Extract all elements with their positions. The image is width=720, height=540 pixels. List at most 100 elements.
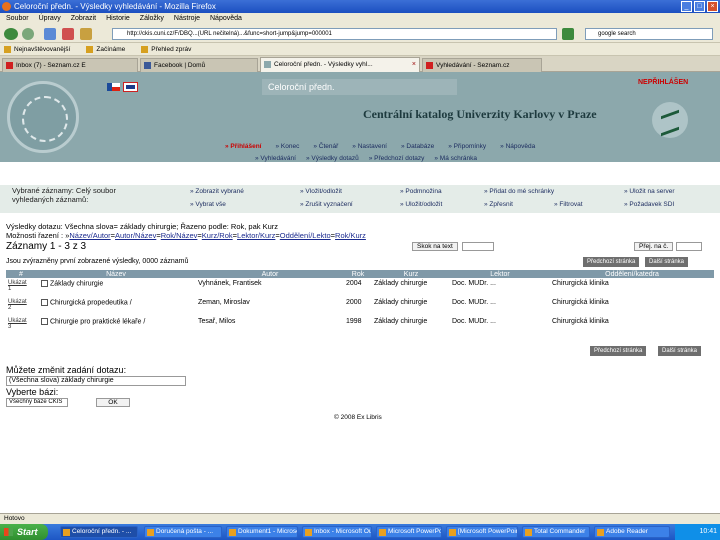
window-titlebar: Celoroční předn. - Výsledky vyhledávání … <box>0 0 720 13</box>
forward-icon[interactable] <box>22 28 34 40</box>
query-input[interactable]: (Všechna slova) základy chirurgie <box>6 376 186 386</box>
czech-flag-icon[interactable] <box>107 83 120 91</box>
submenu-search[interactable]: » Vyhledávání <box>255 155 296 162</box>
english-flag-icon[interactable] <box>123 82 138 92</box>
table-row: Ukázat 3 Chirurgie pro praktické lékaře /… <box>6 316 714 335</box>
action-show-selected[interactable]: » Zobrazit vybrané <box>190 188 244 195</box>
col-department[interactable]: Oddělení/katedra <box>550 270 714 278</box>
jump-text-input[interactable] <box>462 242 494 251</box>
close-window-button[interactable]: × <box>707 1 718 12</box>
sort-course-year[interactable]: Kurz/Rok <box>202 231 233 240</box>
start-button[interactable]: Start <box>0 524 48 540</box>
url-bar[interactable]: http://ckis.cuni.cz/F/DBQ...(URL nečitel… <box>112 28 557 40</box>
taskbar-button[interactable]: [Microsoft PowerPoint...] <box>446 526 518 538</box>
prev-page-button-bottom[interactable]: Předchozí stránka <box>590 346 647 356</box>
menu-settings[interactable]: » Nastavení <box>352 143 387 150</box>
jump-to-text-button[interactable]: Skok na text <box>412 242 458 251</box>
search-input[interactable]: google search <box>585 28 713 40</box>
action-deselect[interactable]: » Zrušit vyznačení <box>300 201 353 208</box>
sort-lector-course[interactable]: Lektor/Kurz <box>237 231 275 240</box>
taskbar-button[interactable]: Inbox - Microsoft Outl... <box>302 526 372 538</box>
prev-page-button-top[interactable]: Předchozí stránka <box>583 257 640 267</box>
menu-feedback[interactable]: » Připomínky <box>448 143 486 150</box>
base-select[interactable]: Všechny báze CKIS <box>6 398 68 407</box>
action-save-server[interactable]: » Uložit na server <box>624 188 675 195</box>
back-icon[interactable] <box>4 28 18 40</box>
ok-button[interactable]: OK <box>96 398 130 407</box>
close-tab-icon[interactable]: × <box>412 58 416 71</box>
menu-login[interactable]: » Přihlášení <box>225 143 262 150</box>
submenu-basket[interactable]: » Má schránka <box>434 155 477 162</box>
tab-facebook[interactable]: Facebook | Domů <box>140 58 258 72</box>
row-title-text[interactable]: Chirurgická propedeutika / <box>50 299 132 306</box>
menu-reader[interactable]: » Čtenář <box>313 143 338 150</box>
menu-tools[interactable]: Nástroje <box>174 13 200 25</box>
action-save-mail[interactable]: » Uložit/odložit <box>400 201 442 208</box>
tab-seznam-inbox[interactable]: Inbox (7) - Seznam.cz E <box>2 58 138 72</box>
page-icon <box>264 61 271 68</box>
taskbar-button[interactable]: Microsoft PowerPoint <box>376 526 442 538</box>
seznam-icon <box>426 62 433 69</box>
sort-dept-lector[interactable]: Oddělení/Lekto <box>280 231 331 240</box>
taskbar-button[interactable]: Doručená pošta - ... <box>144 526 222 538</box>
bookmark-item[interactable]: Nejnavštěvovanější <box>4 43 70 55</box>
bookmark-item[interactable]: Přehled zpráv <box>141 43 191 55</box>
sort-year-course[interactable]: Rok/Kurz <box>335 231 366 240</box>
col-lector[interactable]: Lektor <box>450 270 550 278</box>
reload-icon[interactable] <box>44 28 56 40</box>
taskbar-button[interactable]: Celoroční předn. - ... <box>60 526 138 538</box>
menu-view[interactable]: Zobrazit <box>71 13 96 25</box>
jump-to-number-button[interactable]: Přej. na č. <box>634 242 674 251</box>
col-year[interactable]: Rok <box>344 270 372 278</box>
row-course: Základy chirurgie <box>374 299 428 306</box>
sort-label: Možnosti řazení : » <box>6 231 70 240</box>
select-checkbox[interactable] <box>41 280 48 287</box>
taskbar-button[interactable]: Dokument1 - Microsoft... <box>226 526 298 538</box>
taskbar-button[interactable]: Total Commander <box>522 526 590 538</box>
action-sdi[interactable]: » Požadavek SDI <box>624 201 674 208</box>
action-refine[interactable]: » Zpřesnit <box>484 201 513 208</box>
row-title-text[interactable]: Chirurgie pro praktické lékaře / <box>50 318 145 325</box>
tab-catalog-results[interactable]: Celoroční předn. - Výsledky vyhl... × <box>260 57 420 72</box>
sort-year-title[interactable]: Rok/Název <box>161 231 198 240</box>
submenu-previous[interactable]: » Předchozí dotazy <box>369 155 425 162</box>
next-page-button-top[interactable]: Další stránka <box>645 257 689 267</box>
sort-author-title[interactable]: Autor/Název <box>115 231 156 240</box>
aleph-logo <box>652 102 688 138</box>
select-checkbox[interactable] <box>41 299 48 306</box>
menu-help[interactable]: Nápověda <box>210 13 242 25</box>
col-title[interactable]: Název <box>36 270 196 278</box>
menu-bookmarks[interactable]: Záložky <box>140 13 164 25</box>
sort-title-author[interactable]: Název/Autor <box>69 231 110 240</box>
action-subset[interactable]: » Podmnožina <box>400 188 442 195</box>
go-icon[interactable] <box>562 28 574 40</box>
submenu-results[interactable]: » Výsledky dotazů <box>306 155 359 162</box>
action-select-all[interactable]: » Vybrat vše <box>190 201 226 208</box>
login-status[interactable]: NEPŘIHLÁŠEN <box>638 79 688 86</box>
menu-edit[interactable]: Úpravy <box>39 13 61 25</box>
home-icon[interactable] <box>80 28 92 40</box>
next-page-button-bottom[interactable]: Další stránka <box>658 346 702 356</box>
action-filter[interactable]: » Filtrovat <box>554 201 583 208</box>
header-band-title: Celoroční předn. <box>262 79 457 95</box>
action-save-send[interactable]: » Vložit/odložit <box>300 188 342 195</box>
taskbar-button[interactable]: Adobe Reader <box>594 526 670 538</box>
jump-number-input[interactable] <box>676 242 702 251</box>
bookmark-item[interactable]: Začínáme <box>86 43 125 55</box>
col-course[interactable]: Kurz <box>372 270 450 278</box>
seznam-icon <box>6 62 13 69</box>
menu-file[interactable]: Soubor <box>6 13 29 25</box>
select-checkbox[interactable] <box>41 318 48 325</box>
stop-icon[interactable] <box>62 28 74 40</box>
col-author[interactable]: Autor <box>196 270 344 278</box>
menu-help[interactable]: » Nápověda <box>500 143 535 150</box>
tab-seznam-search[interactable]: Vyhledávání - Seznam.cz <box>422 58 542 72</box>
row-title-text[interactable]: Základy chirurgie <box>50 280 103 287</box>
menu-logout[interactable]: » Konec <box>276 143 300 150</box>
action-add-basket[interactable]: » Přidat do mé schránky <box>484 188 554 195</box>
maximize-button[interactable]: □ <box>694 1 705 12</box>
menu-databases[interactable]: » Databáze <box>401 143 434 150</box>
minimize-button[interactable]: _ <box>681 1 692 12</box>
menu-history[interactable]: Historie <box>106 13 130 25</box>
row-number: Ukázat 1 <box>6 278 36 297</box>
